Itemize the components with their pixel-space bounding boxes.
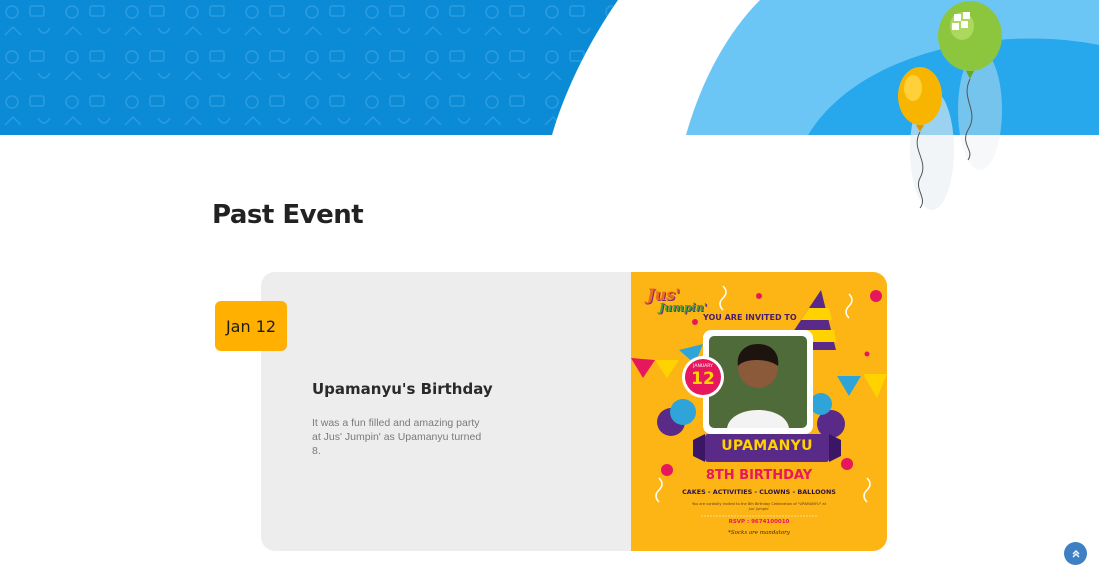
chevron-double-up-icon: [1072, 549, 1079, 557]
poster-birthday: 8TH BIRTHDAY: [705, 468, 813, 483]
poster-name: UPAMANYU: [721, 438, 813, 454]
section-title: Past Event: [212, 200, 364, 230]
event-invitation-image: Jus' Jumpin' YOU ARE INVITED TO JANUARY …: [631, 272, 887, 551]
poster-day: 12: [691, 369, 715, 389]
poster-rsvp: RSVP : 9674100010: [728, 519, 790, 525]
event-description: It was a fun filled and amazing party at…: [312, 417, 482, 457]
poster-activities: CAKES - ACTIVITIES - CLOWNS - BALLOONS: [682, 488, 836, 496]
event-title[interactable]: Upamanyu's Birthday: [312, 380, 493, 398]
poster-invited-text: YOU ARE INVITED TO: [703, 313, 797, 322]
poster-socks-note: *Socks are mandatory: [728, 530, 790, 536]
poster-logo: Jus' Jumpin': [647, 285, 708, 315]
scroll-to-top-button[interactable]: [1064, 542, 1087, 565]
poster-invite-text: You are cordially invited to the 8th Bir…: [691, 502, 827, 511]
balloons-decoration: [898, 1, 1002, 210]
event-date-badge: Jan 12: [215, 301, 287, 351]
